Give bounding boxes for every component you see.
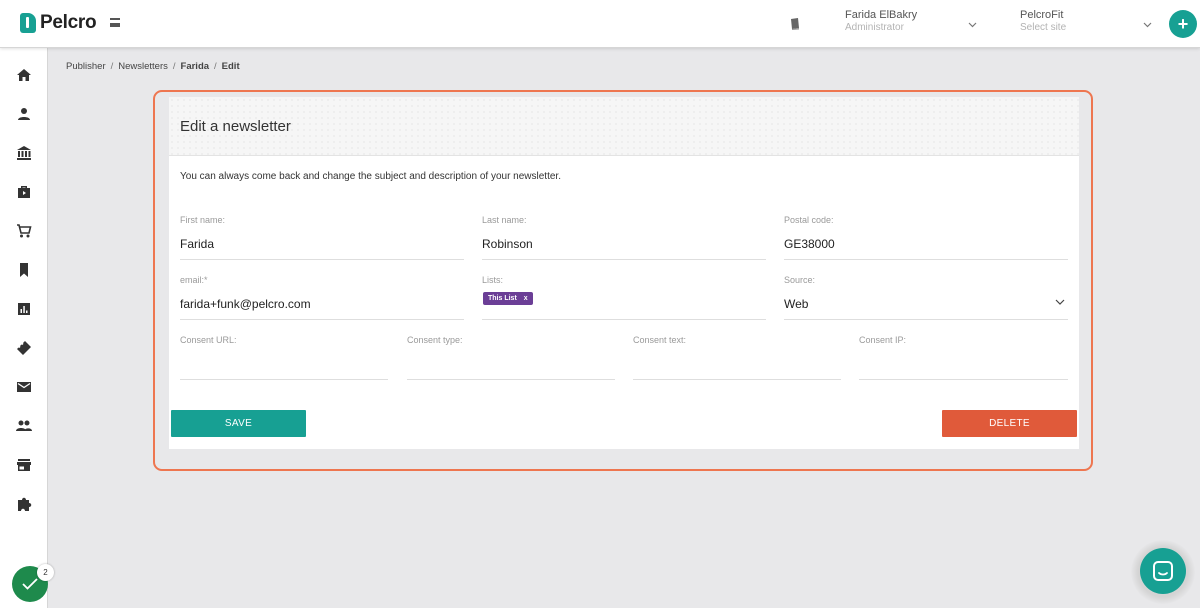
sidebar-item-bookmarks[interactable] xyxy=(14,260,34,280)
consent-ip-label: Consent IP: xyxy=(859,335,907,345)
consent-type-label: Consent type: xyxy=(407,335,463,345)
user-menu[interactable]: Farida ElBakry Administrator xyxy=(845,9,917,33)
consent-url-field[interactable]: Consent URL: xyxy=(180,335,388,380)
store-icon xyxy=(17,459,31,471)
card-header: Edit a newsletter xyxy=(169,97,1079,156)
sidebar xyxy=(0,48,48,608)
sidebar-item-store[interactable] xyxy=(14,455,34,475)
first-name-field[interactable]: First name: Farida xyxy=(180,215,464,260)
source-select[interactable]: Source: Web xyxy=(784,275,1068,320)
breadcrumb-separator: / xyxy=(214,61,217,72)
chat-button[interactable] xyxy=(1140,548,1186,594)
home-icon xyxy=(17,69,31,81)
sidebar-item-subscriptions[interactable] xyxy=(14,182,34,202)
breadcrumb-newsletters[interactable]: Newsletters xyxy=(118,61,168,72)
add-button[interactable]: + xyxy=(1169,10,1197,38)
tasks-count-badge: 2 xyxy=(37,564,54,581)
edit-newsletter-card: Edit a newsletter You can always come ba… xyxy=(169,97,1079,449)
breadcrumb-separator: / xyxy=(172,61,176,72)
last-name-label: Last name: xyxy=(482,215,527,225)
sidebar-item-users[interactable] xyxy=(14,104,34,124)
mail-icon xyxy=(17,382,31,392)
form-description: You can always come back and change the … xyxy=(180,171,561,182)
breadcrumb-publisher[interactable]: Publisher xyxy=(66,61,106,72)
book-icon[interactable] xyxy=(790,18,800,30)
consent-text-underline xyxy=(633,379,841,380)
sidebar-item-newsletters[interactable] xyxy=(14,377,34,397)
lists-field[interactable]: Lists: This List x xyxy=(482,275,766,320)
site-name: PelcroFit xyxy=(1020,9,1064,21)
chevron-down-icon[interactable] xyxy=(968,22,977,28)
source-label: Source: xyxy=(784,275,816,285)
postal-code-underline xyxy=(784,259,1068,260)
user-role: Administrator xyxy=(845,22,904,33)
sidebar-item-finance[interactable] xyxy=(14,143,34,163)
chevron-down-icon[interactable] xyxy=(1055,299,1065,305)
save-button[interactable]: SAVE xyxy=(171,410,306,437)
chat-icon xyxy=(1153,561,1173,581)
first-name-underline xyxy=(180,259,464,260)
email-input[interactable]: farida+funk@pelcro.com xyxy=(180,297,311,311)
lists-label: Lists: xyxy=(482,275,504,285)
postal-code-label: Postal code: xyxy=(784,215,834,225)
sidebar-item-groups[interactable] xyxy=(14,416,34,436)
consent-text-label: Consent text: xyxy=(633,335,687,345)
consent-type-underline xyxy=(407,379,615,380)
menu-icon[interactable] xyxy=(110,18,120,27)
postal-code-field[interactable]: Postal code: GE38000 xyxy=(784,215,1068,260)
puzzle-icon xyxy=(18,497,32,511)
bank-icon xyxy=(17,146,31,160)
lists-underline xyxy=(482,319,766,320)
consent-url-underline xyxy=(180,379,388,380)
last-name-underline xyxy=(482,259,766,260)
wallet-icon xyxy=(18,186,30,198)
chart-icon xyxy=(18,303,30,315)
consent-ip-underline xyxy=(859,379,1068,380)
email-label: email:* xyxy=(180,275,208,285)
consent-ip-field[interactable]: Consent IP: xyxy=(859,335,1068,380)
pelcro-logo-icon xyxy=(20,13,36,33)
page-title: Edit a newsletter xyxy=(180,117,291,135)
breadcrumb-separator: / xyxy=(110,61,114,72)
brand-name: Pelcro xyxy=(40,12,97,33)
sidebar-item-home[interactable] xyxy=(14,65,34,85)
delete-button[interactable]: DELETE xyxy=(942,410,1077,437)
last-name-input[interactable]: Robinson xyxy=(482,237,533,251)
breadcrumb-farida[interactable]: Farida xyxy=(181,61,210,72)
chevron-down-icon[interactable] xyxy=(1143,22,1152,28)
email-underline xyxy=(180,319,464,320)
ticket-icon xyxy=(17,341,31,355)
list-chip-label: This List xyxy=(488,295,517,302)
breadcrumb-edit: Edit xyxy=(221,61,240,72)
site-placeholder: Select site xyxy=(1020,22,1067,33)
first-name-label: First name: xyxy=(180,215,226,225)
person-icon xyxy=(18,108,30,120)
last-name-field[interactable]: Last name: Robinson xyxy=(482,215,766,260)
bookmark-icon xyxy=(20,263,28,277)
postal-code-input[interactable]: GE38000 xyxy=(784,237,835,251)
plus-icon: + xyxy=(1177,14,1189,34)
top-bar: Pelcro Farida ElBakry Administrator Pelc… xyxy=(0,0,1200,48)
sidebar-item-integrations[interactable] xyxy=(14,494,34,514)
breadcrumb: Publisher / Newsletters / Farida / Edit xyxy=(66,61,240,72)
group-icon xyxy=(16,420,32,431)
first-name-input[interactable]: Farida xyxy=(180,237,214,251)
list-chip[interactable]: This List x xyxy=(483,292,533,305)
source-underline xyxy=(784,319,1068,320)
user-name: Farida ElBakry xyxy=(845,9,918,21)
chip-remove-icon[interactable]: x xyxy=(524,295,528,302)
pelcro-logo[interactable]: Pelcro xyxy=(20,12,97,34)
consent-text-field[interactable]: Consent text: xyxy=(633,335,841,380)
sidebar-item-coupons[interactable] xyxy=(14,338,34,358)
source-value[interactable]: Web xyxy=(784,297,808,311)
check-icon xyxy=(22,578,38,590)
email-field[interactable]: email:* farida+funk@pelcro.com xyxy=(180,275,464,320)
cart-icon xyxy=(17,224,32,238)
site-selector[interactable]: PelcroFit Select site xyxy=(1020,9,1066,33)
sidebar-item-orders[interactable] xyxy=(14,221,34,241)
consent-type-field[interactable]: Consent type: xyxy=(407,335,615,380)
consent-url-label: Consent URL: xyxy=(180,335,237,345)
sidebar-item-reports[interactable] xyxy=(14,299,34,319)
